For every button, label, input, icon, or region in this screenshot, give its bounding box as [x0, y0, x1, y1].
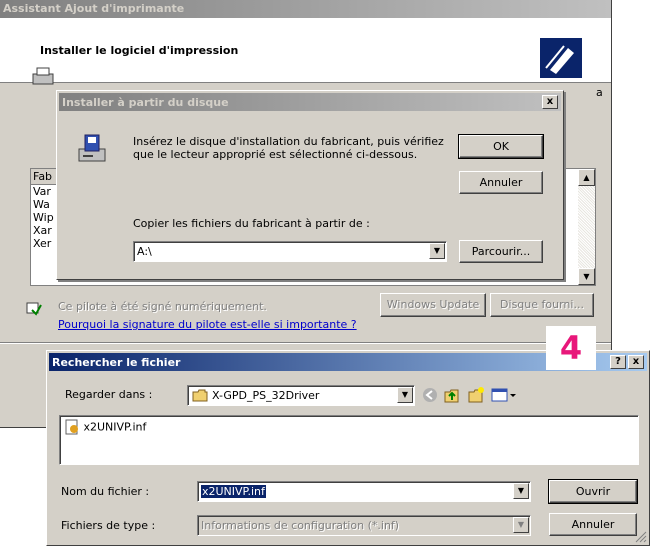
list-item[interactable]: Wip: [33, 211, 54, 224]
chevron-down-icon[interactable]: ▼: [397, 387, 413, 403]
find-file-cancel-button[interactable]: Annuler: [549, 513, 637, 536]
back-icon[interactable]: [421, 386, 439, 404]
disk-dialog-close-button[interactable]: x: [542, 95, 558, 109]
file-list[interactable]: x2UNIVP.inf: [59, 415, 639, 465]
wizard-titlebar: Assistant Ajout d'imprimante: [0, 0, 611, 18]
look-in-combobox[interactable]: X-GPD_PS_32Driver ▼: [187, 385, 415, 406]
wizard-header: Installer le logiciel d'impression: [0, 18, 611, 83]
filetype-value: Informations de configuration (*.inf): [201, 519, 400, 532]
have-disk-label: Disque fourni...: [500, 298, 584, 311]
list-scrollbar[interactable]: ▲ ▼: [578, 169, 595, 285]
look-in-value: X-GPD_PS_32Driver: [212, 389, 320, 402]
copy-from-value: A:\: [137, 245, 152, 258]
new-folder-icon[interactable]: [467, 386, 485, 404]
disk-dialog-titlebar: Installer à partir du disque x: [59, 93, 561, 111]
printer-wizard-logo-icon: [540, 38, 582, 78]
look-in-label: Regarder dans :: [65, 388, 153, 401]
chevron-down-icon[interactable]: ▼: [513, 483, 529, 499]
install-from-disk-dialog: Installer à partir du disque x Insérez l…: [56, 90, 564, 280]
find-file-dialog: Rechercher le fichier ? x Regarder dans …: [46, 350, 650, 546]
windows-update-button[interactable]: Windows Update: [380, 293, 486, 317]
wizard-title: Assistant Ajout d'imprimante: [3, 2, 185, 15]
wizard-footer-divider: [0, 342, 611, 344]
scroll-down-button[interactable]: ▼: [578, 268, 595, 285]
help-button[interactable]: ?: [610, 355, 626, 369]
filename-value: x2UNIVP.inf: [201, 485, 266, 498]
list-item[interactable]: x2UNIVP.inf: [64, 419, 146, 435]
view-menu-icon[interactable]: [491, 386, 517, 404]
find-file-title: Rechercher le fichier: [52, 356, 181, 369]
inf-file-icon: [64, 419, 80, 435]
signed-driver-icon: [26, 300, 42, 316]
resize-grip-icon[interactable]: [635, 531, 647, 543]
folder-icon: [192, 389, 208, 402]
copy-from-combobox[interactable]: A:\ ▼: [133, 241, 447, 262]
wizard-partial-text: a: [596, 86, 603, 99]
up-folder-icon[interactable]: [443, 386, 461, 404]
filetype-combobox[interactable]: Informations de configuration (*.inf) ▼: [197, 515, 531, 536]
filename-combobox[interactable]: x2UNIVP.inf ▼: [197, 481, 531, 502]
filename-label: Nom du fichier :: [61, 485, 150, 498]
disk-cancel-button[interactable]: Annuler: [459, 171, 543, 194]
list-item[interactable]: Xar: [33, 224, 52, 237]
windows-update-label: Windows Update: [386, 298, 480, 311]
signed-driver-text: Ce pilote à été signé numériquement.: [58, 300, 267, 313]
printer-icon: [30, 66, 56, 88]
copy-from-label: Copier les fichiers du fabricant à parti…: [133, 217, 370, 230]
signature-info-link[interactable]: Pourquoi la signature du pilote est-elle…: [58, 318, 357, 331]
open-button[interactable]: Ouvrir: [548, 479, 638, 504]
disk-ok-button[interactable]: OK: [458, 134, 544, 159]
list-item[interactable]: Wa: [33, 198, 50, 211]
chevron-down-icon[interactable]: ▼: [429, 243, 445, 259]
disk-dialog-title: Installer à partir du disque: [62, 96, 229, 109]
chevron-down-icon[interactable]: ▼: [513, 517, 529, 533]
filetype-label: Fichiers de type :: [61, 519, 156, 532]
step-badge-number: 4: [559, 329, 583, 367]
step-badge: 4: [546, 326, 596, 370]
list-item[interactable]: Xer: [33, 237, 51, 250]
disk-drive-icon: [75, 133, 109, 165]
find-file-close-button[interactable]: x: [628, 355, 644, 369]
file-name: x2UNIVP.inf: [83, 420, 147, 434]
browse-button[interactable]: Parcourir...: [459, 240, 543, 263]
disk-dialog-message: Insérez le disque d'installation du fabr…: [133, 135, 444, 161]
list-item[interactable]: Var: [33, 185, 51, 198]
have-disk-button[interactable]: Disque fourni...: [490, 293, 594, 317]
list-header-label: Fab: [33, 170, 53, 183]
wizard-header-title: Installer le logiciel d'impression: [40, 44, 239, 57]
scroll-up-button[interactable]: ▲: [578, 169, 595, 186]
